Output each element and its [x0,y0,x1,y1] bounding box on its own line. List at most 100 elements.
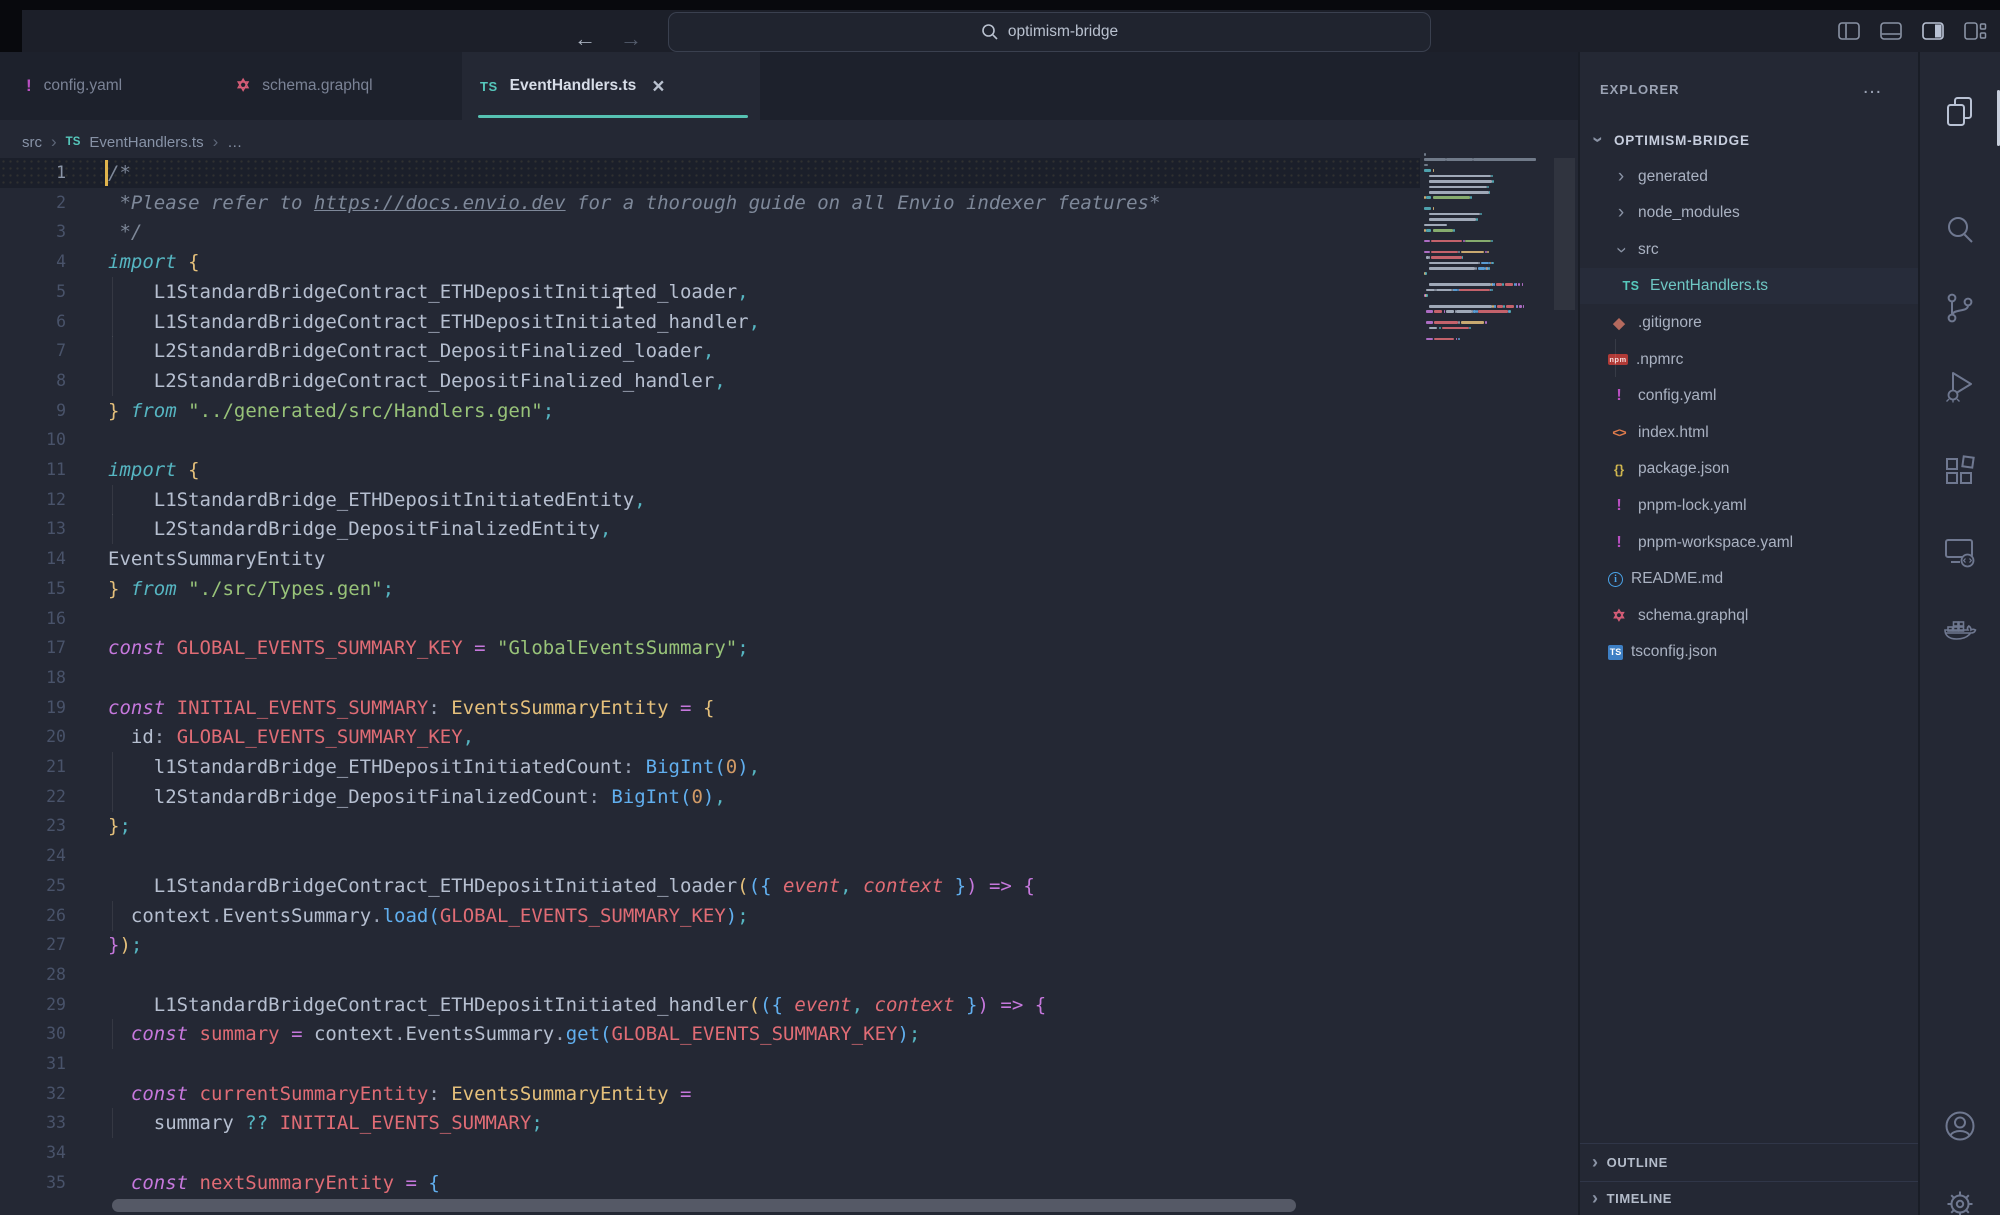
code-line[interactable]: 16 [0,604,1578,634]
editor-tab-bar: ! config.yaml ✡ schema.graphql TS EventH… [0,52,1578,120]
tree-item-optimism-bridge[interactable]: ›OPTIMISM-BRIDGE [1580,122,1918,158]
customize-layout-icon[interactable] [1962,18,1988,44]
tree-item-package-json[interactable]: {}package.json [1580,451,1918,487]
close-tab-icon[interactable]: × [652,76,664,97]
docker-icon[interactable] [1920,604,2000,660]
line-number: 21 [0,752,66,782]
code-line[interactable]: 19const INITIAL_EVENTS_SUMMARY: EventsSu… [0,693,1578,723]
nav-forward-icon[interactable]: → [620,26,642,52]
chevron-down-icon: › [1586,133,1608,147]
tree-item-tsconfig-json[interactable]: TStsconfig.json [1580,634,1918,670]
outline-section[interactable]: › OUTLINE [1580,1143,1918,1181]
code-line[interactable]: 5 L1StandardBridgeContract_ETHDepositIni… [0,277,1578,307]
editor-horizontal-scrollbar[interactable] [112,1199,1296,1212]
npm-file-icon: npm [1608,354,1628,365]
code-line[interactable]: 17const GLOBAL_EVENTS_SUMMARY_KEY = "Glo… [0,633,1578,663]
tree-item-eventhandlers-ts[interactable]: TSEventHandlers.ts [1580,268,1918,304]
extensions-icon[interactable] [1920,444,2000,500]
timeline-section[interactable]: › TIMELINE [1580,1181,1918,1215]
tree-item-readme-md[interactable]: iREADME.md [1580,561,1918,597]
tab-schema-graphql[interactable]: ✡ schema.graphql [218,52,462,120]
code-line[interactable]: 27}); [0,930,1578,960]
settings-gear-icon[interactable] [1920,1176,2000,1215]
graphql-icon: ✡ [236,76,250,96]
code-line[interactable]: 6 L1StandardBridgeContract_ETHDepositIni… [0,307,1578,337]
code-line[interactable]: 21 l1StandardBridge_ETHDepositInitiatedC… [0,752,1578,782]
code-line[interactable]: 24 [0,841,1578,871]
search-view-icon[interactable] [1920,202,2000,258]
tree-item-generated[interactable]: ›generated [1580,159,1918,195]
tree-item-label: tsconfig.json [1631,643,1717,661]
code-line[interactable]: 23}; [0,811,1578,841]
breadcrumb-separator: › [213,132,219,152]
toggle-panel-right-icon[interactable] [1920,18,1946,44]
code-line[interactable]: 8 L2StandardBridgeContract_DepositFinali… [0,366,1578,396]
tree-item--gitignore[interactable]: ◆.gitignore [1580,305,1918,341]
remote-explorer-icon[interactable] [1920,524,2000,580]
toggle-panel-bottom-icon[interactable] [1878,18,1904,44]
minimap[interactable] [1424,153,1558,473]
code-line[interactable]: 7 L2StandardBridgeContract_DepositFinali… [0,336,1578,366]
account-icon[interactable] [1920,1098,2000,1154]
code-line[interactable]: 11import { [0,455,1578,485]
tab-config-yaml[interactable]: ! config.yaml [0,52,218,120]
source-control-icon[interactable] [1920,280,2000,336]
mouse-text-cursor [612,286,628,310]
line-number: 8 [0,366,66,396]
code-line[interactable]: 2 *Please refer to https://docs.envio.de… [0,188,1578,218]
tree-item-config-yaml[interactable]: !config.yaml [1580,378,1918,414]
code-line[interactable]: 1/* [0,158,1420,188]
tree-item-index-html[interactable]: <>index.html [1580,415,1918,451]
code-line[interactable]: 18 [0,663,1578,693]
code-line[interactable]: 9} from "../generated/src/Handlers.gen"; [0,396,1578,426]
explorer-view-icon[interactable] [1920,84,2000,140]
line-number: 15 [0,574,66,604]
code-line[interactable]: 25 L1StandardBridgeContract_ETHDepositIn… [0,871,1578,901]
code-line[interactable]: 4import { [0,247,1578,277]
git-file-icon: ◆ [1608,314,1630,332]
explorer-more-actions-icon[interactable]: … [1862,76,1882,99]
code-line[interactable]: 20 id: GLOBAL_EVENTS_SUMMARY_KEY, [0,722,1578,752]
code-line[interactable]: 28 [0,960,1578,990]
code-line[interactable]: 10 [0,425,1578,455]
code-line[interactable]: 3 */ [0,217,1578,247]
tree-item-node-modules[interactable]: ›node_modules [1580,195,1918,231]
toggle-panel-left-icon[interactable] [1836,18,1862,44]
line-number: 1 [0,158,66,188]
tree-item-pnpm-workspace-yaml[interactable]: !pnpm-workspace.yaml [1580,525,1918,561]
chevron-right-icon: › [1614,166,1628,188]
chevron-right-icon: › [1592,1152,1599,1173]
code-line[interactable]: 14EventsSummaryEntity [0,544,1578,574]
code-line[interactable]: 26 context.EventsSummary.load(GLOBAL_EVE… [0,901,1578,931]
code-line[interactable]: 13 L2StandardBridge_DepositFinalizedEnti… [0,514,1578,544]
code-line[interactable]: 31 [0,1049,1578,1079]
line-number: 13 [0,514,66,544]
run-debug-icon[interactable] [1920,358,2000,414]
breadcrumb-folder[interactable]: src [22,134,42,151]
editor-vertical-scrollbar[interactable] [1554,158,1575,310]
code-line[interactable]: 29 L1StandardBridgeContract_ETHDepositIn… [0,990,1578,1020]
line-number: 25 [0,871,66,901]
command-center-search[interactable]: optimism-bridge [668,12,1431,52]
code-line[interactable]: 32 const currentSummaryEntity: EventsSum… [0,1079,1578,1109]
code-line[interactable]: 12 L1StandardBridge_ETHDepositInitiatedE… [0,485,1578,515]
tree-item-pnpm-lock-yaml[interactable]: !pnpm-lock.yaml [1580,488,1918,524]
code-line[interactable]: 35 const nextSummaryEntity = { [0,1168,1578,1198]
tree-item-schema-graphql[interactable]: ✡schema.graphql [1580,598,1918,634]
code-line[interactable]: 15} from "./src/Types.gen"; [0,574,1578,604]
nav-back-icon[interactable]: ← [574,26,596,52]
breadcrumb-symbol[interactable]: … [227,134,242,151]
breadcrumb-file[interactable]: EventHandlers.ts [89,134,203,151]
code-line[interactable]: 30 const summary = context.EventsSummary… [0,1019,1578,1049]
code-line[interactable]: 34 [0,1138,1578,1168]
tree-item-src[interactable]: ›src [1580,232,1918,268]
code-area[interactable]: 1/*2 *Please refer to https://docs.envio… [0,158,1578,1215]
code-line[interactable]: 22 l2StandardBridge_DepositFinalizedCoun… [0,782,1578,812]
tree-item--npmrc[interactable]: npm.npmrc [1580,342,1918,378]
line-number: 12 [0,485,66,515]
line-number: 26 [0,901,66,931]
tab-eventhandlers-ts[interactable]: TS EventHandlers.ts × [462,52,760,120]
graphql-file-icon: ✡ [1608,607,1630,625]
breadcrumb[interactable]: src › TS EventHandlers.ts › … [22,130,242,154]
code-line[interactable]: 33 summary ?? INITIAL_EVENTS_SUMMARY; [0,1108,1578,1138]
